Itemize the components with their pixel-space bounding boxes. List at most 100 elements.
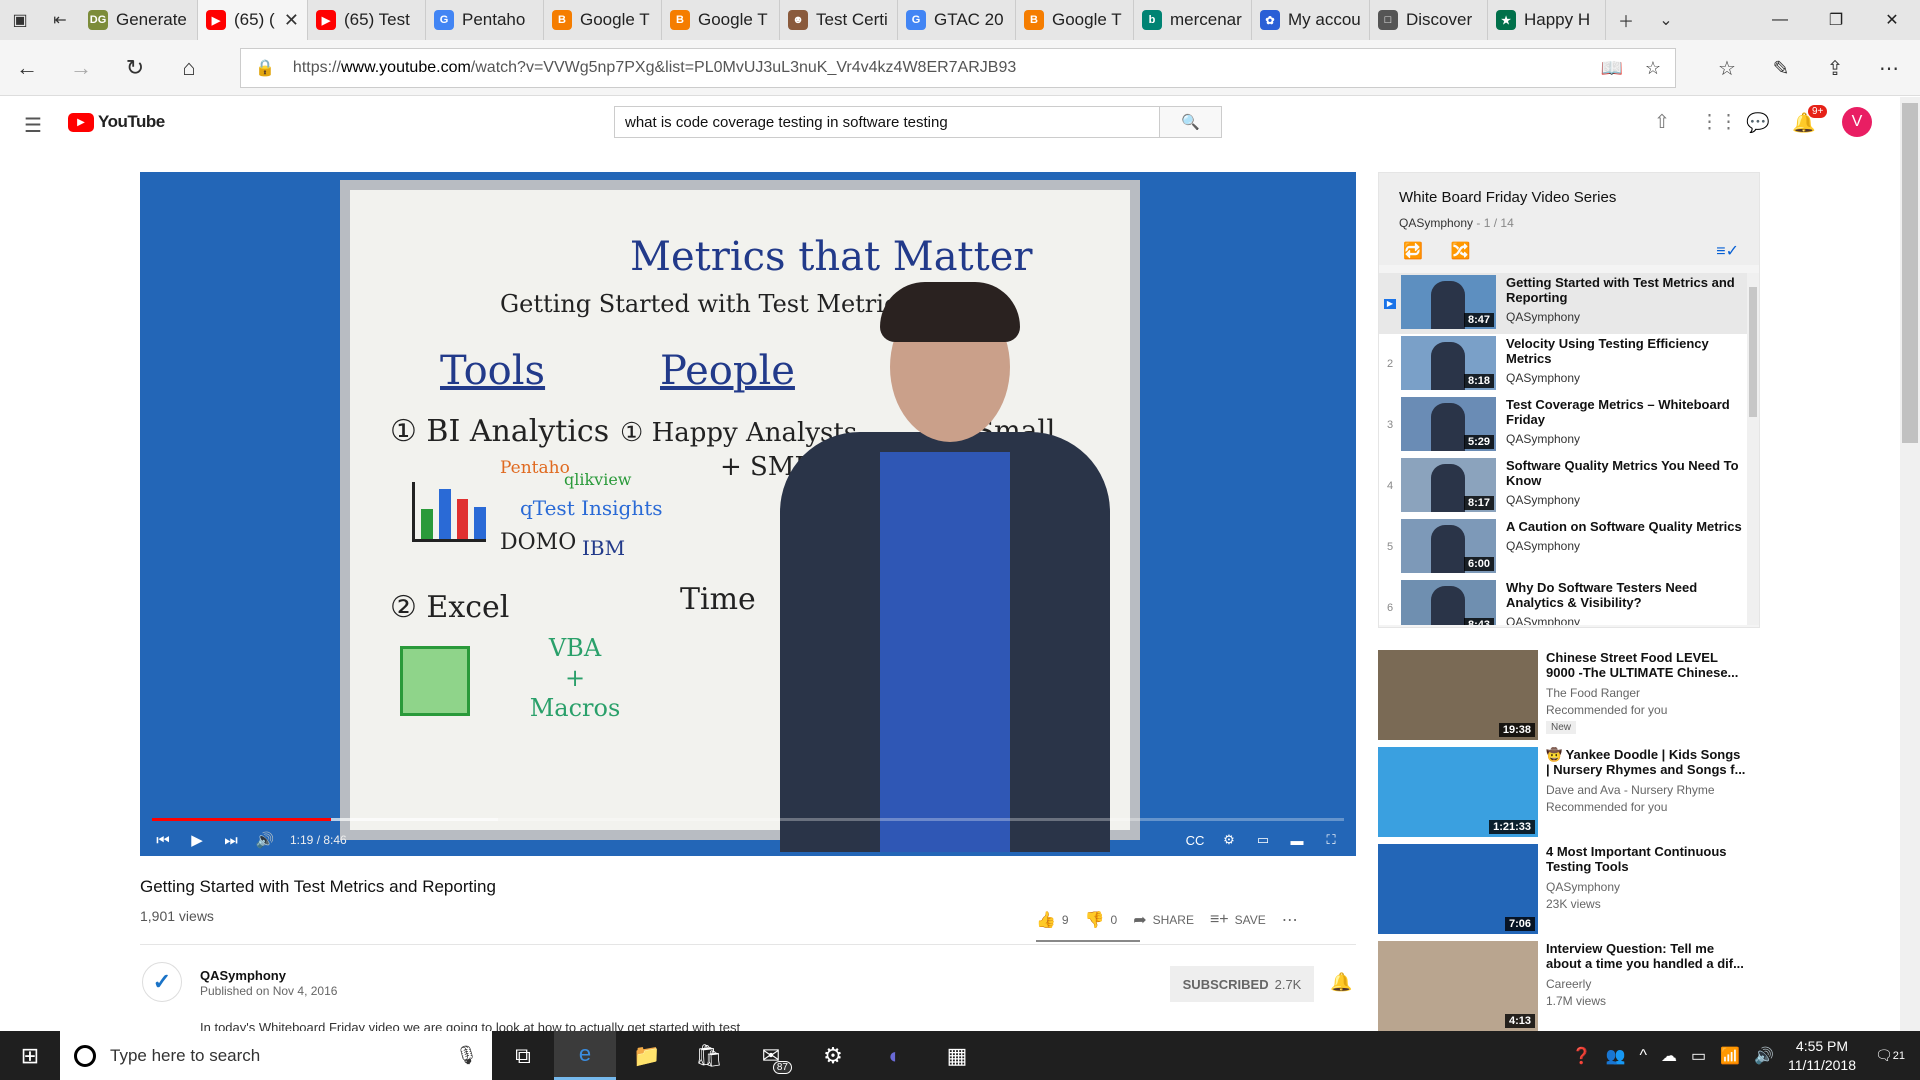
windows-start-icon[interactable]: ⊞ <box>0 1031 60 1080</box>
playlist-item[interactable]: 2 8:18 Velocity Using Testing Efficiency M… <box>1379 334 1759 395</box>
upload-icon[interactable]: ⇧ <box>1654 111 1670 134</box>
reading-view-icon[interactable]: 📖 <box>1600 58 1622 79</box>
recommended-title[interactable]: Interview Question: Tell me about a time… <box>1546 941 1746 971</box>
recommended-channel[interactable]: Careerly <box>1546 977 1746 991</box>
playlist-thumbnail[interactable]: 8:47 <box>1401 275 1496 329</box>
address-bar[interactable]: 🔒 https://www.youtube.com/watch?v=VVWg5n… <box>240 48 1676 88</box>
playlist-item-title[interactable]: Why Do Software Testers Need Analytics &… <box>1506 580 1746 610</box>
search-input[interactable]: what is code coverage testing in softwar… <box>614 106 1160 138</box>
action-center-icon[interactable]: 🗨 21 <box>1870 1047 1910 1064</box>
minimize-button[interactable]: — <box>1752 0 1808 40</box>
settings-icon[interactable]: ⚙ <box>802 1031 864 1080</box>
dislike-button[interactable]: 👎 0 <box>1085 910 1118 930</box>
apps-icon[interactable]: ⋮⋮ <box>1700 111 1738 134</box>
playlist-item[interactable]: 6 8:43 Why Do Software Testers Need Analyt… <box>1379 578 1759 625</box>
browser-tab[interactable]: b mercenar <box>1134 0 1252 40</box>
playlist-title[interactable]: White Board Friday Video Series <box>1399 189 1741 206</box>
browser-tab[interactable]: B Google T <box>544 0 662 40</box>
recommended-thumbnail[interactable]: 7:06 <box>1378 844 1538 934</box>
save-button[interactable]: ≡+ SAVE <box>1210 911 1266 929</box>
favorite-star-icon[interactable]: ☆ <box>1645 58 1661 79</box>
like-button[interactable]: 👍 9 <box>1036 910 1069 930</box>
video-player[interactable]: Metrics that Matter Getting Started with… <box>140 172 1356 856</box>
show-hidden-icons-chevron-icon[interactable]: ^ <box>1640 1047 1648 1065</box>
menu-icon[interactable]: ☰ <box>24 113 42 138</box>
settings-gear-icon[interactable]: ⚙ <box>1212 832 1246 848</box>
recommended-title[interactable]: 4 Most Important Continuous Testing Tool… <box>1546 844 1746 874</box>
share-button[interactable]: ➦ SHARE <box>1133 910 1194 930</box>
messages-icon[interactable]: 💬 <box>1746 111 1770 135</box>
volume-tray-icon[interactable]: 🔊 <box>1754 1046 1774 1066</box>
help-icon[interactable]: ❓ <box>1572 1046 1592 1066</box>
channel-name[interactable]: QASymphony <box>200 968 286 983</box>
wifi-icon[interactable]: 📶 <box>1720 1046 1740 1066</box>
clock[interactable]: 4:55 PM 11/11/2018 <box>1788 1037 1856 1075</box>
home-button[interactable]: ⌂ <box>162 40 216 96</box>
page-scrollbar[interactable] <box>1900 97 1920 1031</box>
more-actions-button[interactable]: ⋯ <box>1282 910 1298 930</box>
search-button[interactable]: 🔍 <box>1160 106 1222 138</box>
people-icon[interactable]: 👥 <box>1606 1046 1626 1066</box>
playlist-item-title[interactable]: Velocity Using Testing Efficiency Metric… <box>1506 336 1746 366</box>
playlist-item-title[interactable]: Getting Started with Test Metrics and Re… <box>1506 275 1746 305</box>
channel-bell-icon[interactable]: 🔔 <box>1330 972 1352 993</box>
edge-browser-icon[interactable]: e <box>554 1031 616 1080</box>
tab-preview-chevron-icon[interactable]: ⌄ <box>1646 0 1686 40</box>
recommended-video[interactable]: 7:06 4 Most Important Continuous Testing … <box>1378 844 1760 941</box>
store-icon[interactable]: 🛍 <box>678 1031 740 1080</box>
scrollbar-thumb[interactable] <box>1902 103 1918 443</box>
play-icon[interactable]: ▶ <box>180 831 214 849</box>
channel-avatar[interactable]: ✓ <box>142 962 182 1002</box>
calculator-icon[interactable]: ▦ <box>926 1031 988 1080</box>
recommended-title[interactable]: 🤠 Yankee Doodle | Kids Songs | Nursery R… <box>1546 747 1746 777</box>
fullscreen-icon[interactable]: ⛶ <box>1314 832 1348 848</box>
recommended-title[interactable]: Chinese Street Food LEVEL 9000 -The ULTI… <box>1546 650 1746 680</box>
recommended-thumbnail[interactable]: 1:21:33 <box>1378 747 1538 837</box>
playlist-thumbnail[interactable]: 5:29 <box>1401 397 1496 451</box>
more-icon[interactable]: ⋯ <box>1862 40 1916 96</box>
share-icon[interactable]: ⇪ <box>1808 40 1862 96</box>
new-tab-button[interactable]: ＋ <box>1606 0 1646 40</box>
back-button[interactable]: ← <box>0 40 54 96</box>
refresh-button[interactable]: ↻ <box>108 40 162 96</box>
browser-tab[interactable]: ★ Happy H <box>1488 0 1606 40</box>
browser-tab[interactable]: B Google T <box>662 0 780 40</box>
video-progress-bar[interactable] <box>152 818 1344 821</box>
recommended-channel[interactable]: QASymphony <box>1546 880 1746 894</box>
playlist-item-title[interactable]: A Caution on Software Quality Metrics <box>1506 519 1746 534</box>
browser-tab[interactable]: DG Generate <box>80 0 198 40</box>
playlist-item[interactable]: 4 8:17 Software Quality Metrics You Need T… <box>1379 456 1759 517</box>
notes-icon[interactable]: ✎ <box>1754 40 1808 96</box>
recommended-video[interactable]: 4:13 Interview Question: Tell me about a … <box>1378 941 1760 1038</box>
recommended-thumbnail[interactable]: 19:38 <box>1378 650 1538 740</box>
miniplayer-icon[interactable]: ▭ <box>1246 832 1280 848</box>
browser-tab[interactable]: G Pentaho <box>426 0 544 40</box>
loop-icon[interactable]: 🔁 <box>1403 241 1423 261</box>
youtube-logo[interactable]: ▶ YouTube <box>68 112 165 132</box>
playlist-menu-icon[interactable]: ≡✓ <box>1716 241 1739 261</box>
forward-button[interactable]: → <box>54 40 108 96</box>
playlist-thumbnail[interactable]: 8:17 <box>1401 458 1496 512</box>
playlist-thumbnail[interactable]: 8:43 <box>1401 580 1496 625</box>
playlist-thumbnail[interactable]: 6:00 <box>1401 519 1496 573</box>
browser-tab[interactable]: □ Discover <box>1370 0 1488 40</box>
battery-icon[interactable]: ▭ <box>1691 1046 1706 1066</box>
playlist-item[interactable]: 3 5:29 Test Coverage Metrics – Whiteboard … <box>1379 395 1759 456</box>
favorites-icon[interactable]: ☆ <box>1700 40 1754 96</box>
set-aside-tabs-icon[interactable]: ⇤ <box>40 0 80 40</box>
recommended-thumbnail[interactable]: 4:13 <box>1378 941 1538 1031</box>
previous-icon[interactable]: ⏮ <box>146 832 180 849</box>
recommended-video[interactable]: 19:38 Chinese Street Food LEVEL 9000 -The… <box>1378 650 1760 747</box>
browser-tab[interactable]: ▶ (65) (✕ <box>198 0 308 40</box>
close-window-button[interactable]: ✕ <box>1864 0 1920 40</box>
onedrive-icon[interactable]: ☁ <box>1661 1046 1677 1066</box>
browser-tab[interactable]: B Google T <box>1016 0 1134 40</box>
playlist-item[interactable]: ▶ 8:47 Getting Started with Test Metrics a… <box>1379 273 1759 334</box>
account-avatar[interactable]: V <box>1842 107 1872 137</box>
playlist-item-title[interactable]: Test Coverage Metrics – Whiteboard Frida… <box>1506 397 1746 427</box>
volume-icon[interactable]: 🔊 <box>248 831 282 849</box>
playlist-item-title[interactable]: Software Quality Metrics You Need To Kno… <box>1506 458 1746 488</box>
theater-mode-icon[interactable]: ▬ <box>1280 832 1314 848</box>
taskbar-search[interactable]: Type here to search 🎙 <box>60 1031 492 1080</box>
playlist-channel[interactable]: QASymphony <box>1399 216 1473 230</box>
